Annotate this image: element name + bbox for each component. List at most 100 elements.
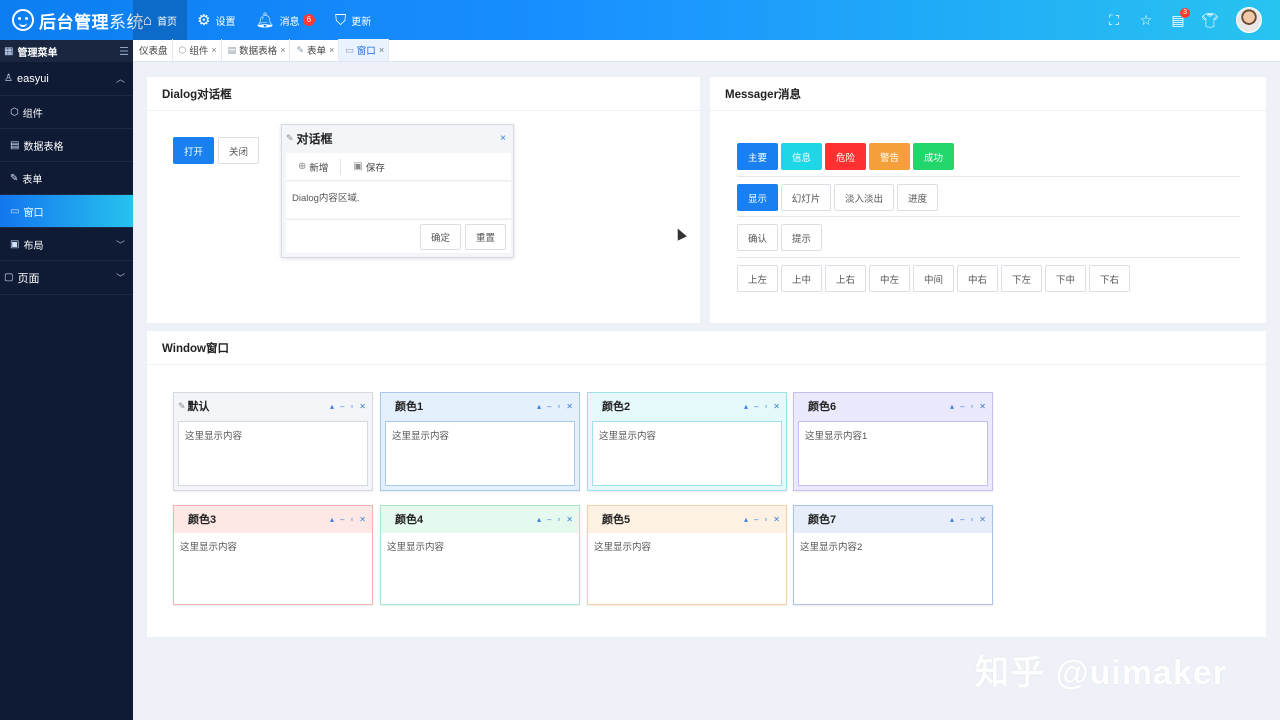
- collapse-icon[interactable]: ▴: [330, 402, 334, 411]
- topnav-settings[interactable]: ⚙ 设置: [187, 0, 245, 40]
- maximize-icon[interactable]: ▫: [970, 515, 973, 524]
- tab-close-icon[interactable]: ×: [211, 45, 216, 55]
- dialog-header[interactable]: ✎ 对话框 ×: [282, 125, 513, 151]
- tab-components[interactable]: ⬡ 组件 ×: [173, 39, 222, 61]
- sidebar-group-pages[interactable]: ▢ 页面 ﹀: [0, 261, 133, 295]
- msg-info-button[interactable]: 信息: [781, 143, 822, 170]
- close-icon[interactable]: ✕: [566, 515, 573, 524]
- minimize-icon[interactable]: –: [547, 402, 551, 411]
- close-icon[interactable]: ✕: [359, 402, 366, 411]
- minimize-icon[interactable]: –: [960, 402, 964, 411]
- msg-progress-button[interactable]: 进度: [897, 184, 938, 211]
- close-icon[interactable]: ✕: [979, 402, 986, 411]
- pos-bottom-left-button[interactable]: 下左: [1001, 265, 1042, 292]
- pos-bottom-right-button[interactable]: 下右: [1089, 265, 1130, 292]
- close-icon[interactable]: ✕: [566, 402, 573, 411]
- tab-dashboard[interactable]: 仪表盘: [133, 39, 173, 61]
- maximize-icon[interactable]: ▫: [350, 402, 353, 411]
- sidebar-item-form[interactable]: ✎ 表单: [0, 162, 133, 195]
- window-header[interactable]: 颜色1 ▴ – ▫ ✕: [381, 393, 579, 419]
- minimize-icon[interactable]: –: [754, 515, 758, 524]
- msg-success-button[interactable]: 成功: [913, 143, 954, 170]
- maximize-icon[interactable]: ▫: [970, 402, 973, 411]
- msg-slide-button[interactable]: 幻灯片: [781, 184, 831, 211]
- collapse-icon[interactable]: ▴: [950, 402, 954, 411]
- sidebar-group-easyui[interactable]: ♙ easyui ︿: [0, 62, 133, 96]
- collapse-icon[interactable]: ▴: [950, 515, 954, 524]
- minimize-icon[interactable]: –: [340, 515, 344, 524]
- shirt-icon[interactable]: 👕︎: [1194, 0, 1226, 40]
- tab-form[interactable]: ✎ 表单 ×: [290, 39, 340, 61]
- app-logo[interactable]: 后台管理系统: [12, 8, 144, 32]
- tab-window[interactable]: ▭ 窗口 ×: [339, 39, 390, 61]
- topnav-update[interactable]: ⛉ 更新: [325, 0, 381, 40]
- tab-datagrid[interactable]: ▤ 数据表格 ×: [222, 39, 291, 61]
- maximize-icon[interactable]: ▫: [350, 515, 353, 524]
- pos-top-left-button[interactable]: 上左: [737, 265, 778, 292]
- msg-danger-button[interactable]: 危险: [825, 143, 866, 170]
- window-header[interactable]: 颜色4 ▴ – ▫ ✕: [381, 506, 579, 532]
- toolbar-add-button[interactable]: ⊕ 新增: [286, 160, 340, 174]
- dialog-reset-button[interactable]: 重置: [465, 224, 506, 250]
- window-header[interactable]: ✎ 默认 ▴ – ▫ ✕: [174, 393, 372, 419]
- pos-top-center-button[interactable]: 上中: [781, 265, 822, 292]
- pos-middle-left-button[interactable]: 中左: [869, 265, 910, 292]
- close-icon[interactable]: ×: [500, 133, 506, 144]
- maximize-icon[interactable]: ▫: [764, 515, 767, 524]
- sidebar-item-components[interactable]: ⬡ 组件: [0, 96, 133, 129]
- pos-center-button[interactable]: 中间: [913, 265, 954, 292]
- pos-bottom-center-button[interactable]: 下中: [1045, 265, 1086, 292]
- topnav-home[interactable]: ⌂ 首页: [133, 0, 188, 40]
- collapse-icon[interactable]: ▴: [744, 402, 748, 411]
- pos-middle-right-button[interactable]: 中右: [957, 265, 998, 292]
- minimize-icon[interactable]: –: [960, 515, 964, 524]
- sidebar-item-layout[interactable]: ▣ 布局 ﹀: [0, 228, 133, 261]
- star-icon[interactable]: ☆: [1130, 0, 1162, 40]
- minimize-icon[interactable]: –: [340, 402, 344, 411]
- tab-close-icon[interactable]: ×: [280, 45, 285, 55]
- pos-top-right-button[interactable]: 上右: [825, 265, 866, 292]
- avatar[interactable]: [1236, 7, 1262, 33]
- window-header[interactable]: 颜色3 ▴ – ▫ ✕: [174, 506, 372, 532]
- toolbar-save-button[interactable]: ▣ 保存: [341, 160, 396, 174]
- tab-close-icon[interactable]: ×: [379, 45, 384, 55]
- document-icon: ▤: [10, 139, 20, 151]
- tab-close-icon[interactable]: ×: [329, 45, 334, 55]
- msg-primary-button[interactable]: 主要: [737, 143, 778, 170]
- menu-toggle-icon[interactable]: ☰: [119, 45, 129, 58]
- notebook-icon[interactable]: ▤ 3: [1162, 0, 1194, 40]
- window-header[interactable]: 颜色2 ▴ – ▫ ✕: [588, 393, 786, 419]
- close-icon[interactable]: ✕: [979, 515, 986, 524]
- window-header[interactable]: 颜色5 ▴ – ▫ ✕: [588, 506, 786, 532]
- msg-confirm-button[interactable]: 确认: [737, 224, 778, 251]
- fullscreen-icon[interactable]: ⛶: [1098, 0, 1130, 40]
- open-dialog-button[interactable]: 打开: [173, 137, 214, 164]
- collapse-icon[interactable]: ▴: [330, 515, 334, 524]
- close-icon[interactable]: ✕: [359, 515, 366, 524]
- maximize-icon[interactable]: ▫: [557, 515, 560, 524]
- minimize-icon[interactable]: –: [547, 515, 551, 524]
- maximize-icon[interactable]: ▫: [764, 402, 767, 411]
- sidebar-item-window[interactable]: ▭ 窗口: [0, 195, 133, 228]
- maximize-icon[interactable]: ▫: [557, 402, 560, 411]
- collapse-icon[interactable]: ▴: [744, 515, 748, 524]
- minimize-icon[interactable]: –: [754, 402, 758, 411]
- collapse-icon[interactable]: ▴: [537, 515, 541, 524]
- header-tools: ⛶ ☆ ▤ 3 👕︎: [1098, 0, 1262, 40]
- msg-prompt-button[interactable]: 提示: [781, 224, 822, 251]
- window-content: 这里显示内容1: [798, 421, 988, 486]
- window-header[interactable]: 颜色6 ▴ – ▫ ✕: [794, 393, 992, 419]
- msg-show-button[interactable]: 显示: [737, 184, 778, 211]
- dialog-ok-button[interactable]: 确定: [420, 224, 461, 250]
- close-dialog-button[interactable]: 关闭: [218, 137, 259, 164]
- msg-warning-button[interactable]: 警告: [869, 143, 910, 170]
- close-icon[interactable]: ✕: [773, 515, 780, 524]
- close-icon[interactable]: ✕: [773, 402, 780, 411]
- msg-fade-button[interactable]: 淡入淡出: [834, 184, 894, 211]
- window-header[interactable]: 颜色7 ▴ – ▫ ✕: [794, 506, 992, 532]
- collapse-icon[interactable]: ▴: [537, 402, 541, 411]
- messager-panel-title: Messager消息: [710, 77, 1266, 111]
- edit-icon: ✎: [178, 400, 186, 411]
- topnav-messages[interactable]: 🔔︎ 消息 6: [246, 0, 326, 40]
- sidebar-item-datagrid[interactable]: ▤ 数据表格: [0, 129, 133, 162]
